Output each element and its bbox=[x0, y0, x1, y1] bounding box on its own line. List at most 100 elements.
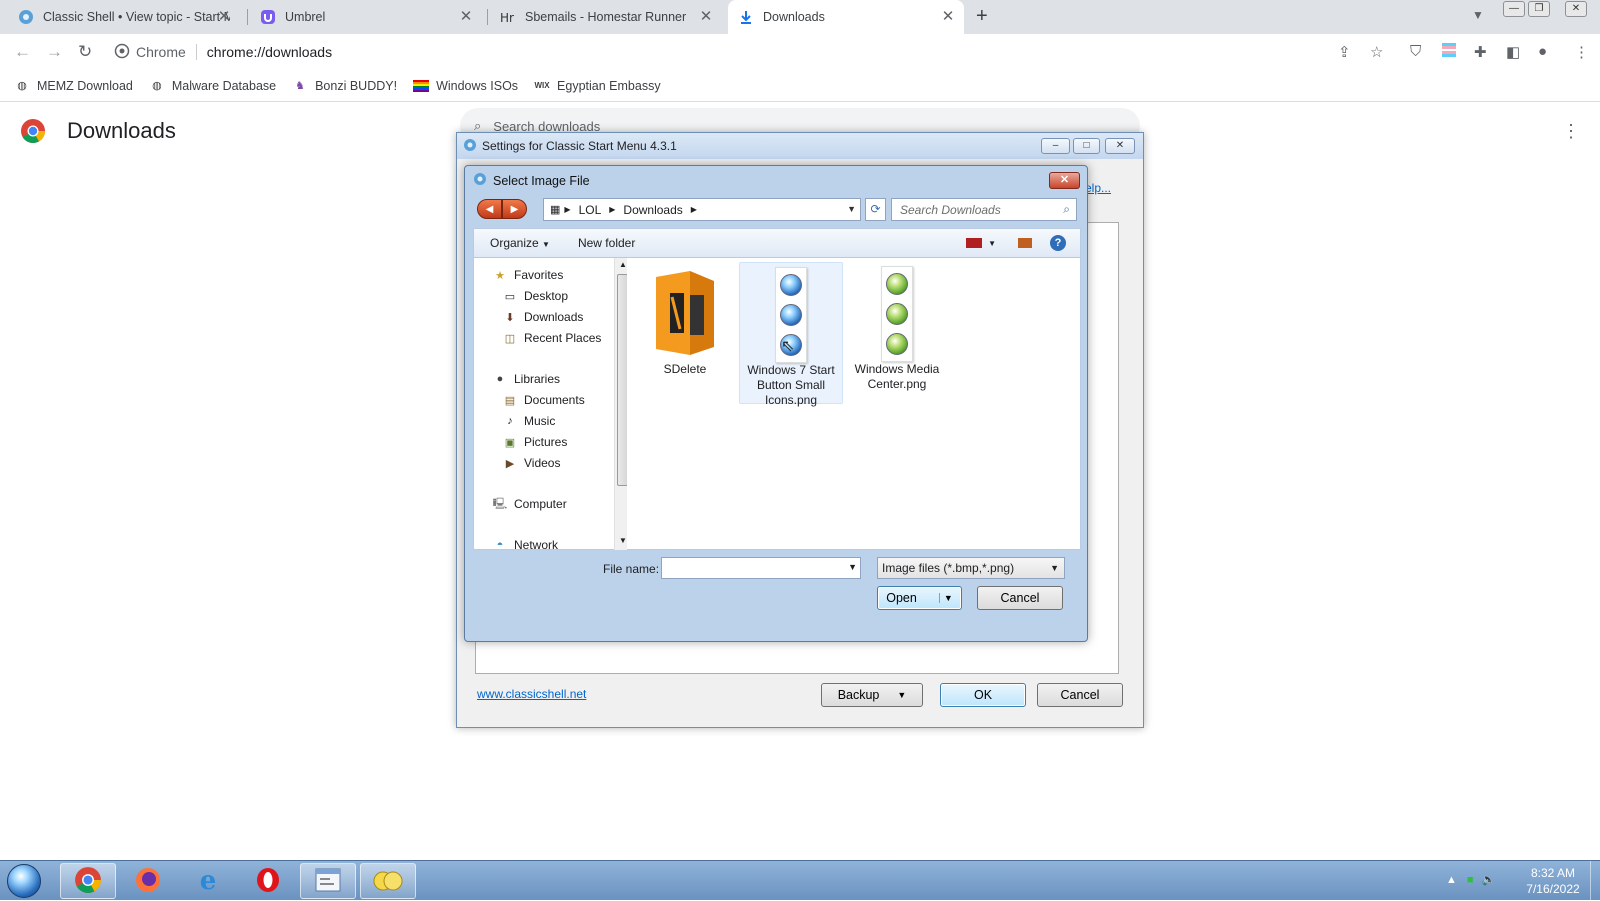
chevron-down-icon[interactable]: ▼ bbox=[847, 204, 856, 214]
close-button[interactable]: ✕ bbox=[1049, 172, 1080, 189]
taskbar-classic-shell-settings[interactable] bbox=[300, 863, 356, 899]
reload-icon[interactable]: ↻ bbox=[78, 42, 92, 62]
settings-window-icon bbox=[315, 868, 341, 895]
back-arrow-icon[interactable]: ← bbox=[14, 42, 31, 62]
classic-shell-favicon-icon bbox=[18, 9, 34, 25]
nav-documents[interactable]: ▤ Documents bbox=[502, 393, 585, 407]
url-text[interactable]: chrome://downloads bbox=[207, 44, 332, 60]
help-link[interactable]: elp... bbox=[1085, 181, 1111, 195]
file-item-win7-start-button[interactable]: Windows 7 Start Button Small Icons.png bbox=[739, 262, 843, 407]
breadcrumb-downloads[interactable]: Downloads bbox=[623, 203, 682, 217]
close-tab-icon[interactable]: ✕ bbox=[698, 9, 714, 25]
taskbar-internet-explorer[interactable]: e bbox=[180, 863, 236, 899]
ok-button[interactable]: OK bbox=[940, 683, 1026, 707]
nav-desktop[interactable]: ▭ Desktop bbox=[502, 289, 568, 303]
download-icon bbox=[738, 9, 754, 25]
tab-classic-shell[interactable]: Classic Shell • View topic - Start M ✕ bbox=[8, 0, 240, 34]
bookmark-windows-isos[interactable]: Windows ISOs bbox=[413, 78, 518, 94]
bookmark-egyptian-embassy[interactable]: WIX Egyptian Embassy bbox=[534, 78, 660, 94]
address-bar[interactable]: Chrome chrome://downloads bbox=[114, 38, 1374, 66]
taskbar-opera[interactable] bbox=[240, 863, 296, 899]
refresh-icon[interactable]: ⟳ bbox=[865, 198, 886, 221]
breadcrumb-lol[interactable]: LOL bbox=[579, 203, 602, 217]
taskbar-chrome[interactable] bbox=[60, 863, 116, 899]
nav-favorites[interactable]: ★ Favorites bbox=[492, 268, 563, 282]
file-type-select[interactable]: Image files (*.bmp,*.png) ▼ bbox=[877, 557, 1065, 579]
picker-titlebar: Select Image File bbox=[473, 172, 590, 189]
organize-menu[interactable]: Organize ▼ bbox=[490, 236, 550, 250]
search-icon: ⌕ bbox=[1063, 202, 1070, 216]
tab-strip: Classic Shell • View topic - Start M ✕ U… bbox=[0, 0, 1600, 34]
scroll-up-icon[interactable]: ▲ bbox=[619, 260, 627, 269]
split-dropdown-icon[interactable]: ▼ bbox=[938, 593, 953, 603]
cancel-button[interactable]: Cancel bbox=[1037, 683, 1123, 707]
bookmark-bonzi[interactable]: ♞ Bonzi BUDDY! bbox=[292, 78, 397, 94]
file-item-windows-media-center[interactable]: Windows Media Center.png bbox=[845, 262, 949, 392]
tab-sbemails[interactable]: Hr Sbemails - Homestar Runner ✕ bbox=[490, 0, 722, 34]
volume-icon[interactable]: 🔈 bbox=[1482, 873, 1496, 886]
bookmark-memz[interactable]: ◍ MEMZ Download bbox=[14, 78, 133, 94]
close-tab-icon[interactable]: ✕ bbox=[458, 9, 474, 25]
nav-music[interactable]: ♪ Music bbox=[502, 414, 555, 428]
nav-recent-places[interactable]: ◫ Recent Places bbox=[502, 331, 602, 345]
chevron-down-icon[interactable]: ▼ bbox=[988, 239, 996, 248]
nav-network[interactable]: ◓ Network bbox=[492, 538, 558, 552]
classicshell-website-link[interactable]: www.classicshell.net bbox=[477, 687, 586, 701]
tab-umbrel[interactable]: Umbrel ✕ bbox=[250, 0, 482, 34]
change-view-icon[interactable] bbox=[966, 238, 983, 248]
taskbar-explorer[interactable] bbox=[360, 863, 416, 899]
chevron-down-icon[interactable]: ▼ bbox=[1472, 8, 1484, 22]
preview-pane-icon[interactable] bbox=[1018, 238, 1032, 248]
show-hidden-icons-icon[interactable]: ▲ bbox=[1446, 874, 1457, 886]
network-status-icon[interactable]: ■ bbox=[1467, 874, 1474, 886]
show-desktop-button[interactable] bbox=[1590, 861, 1600, 901]
new-tab-button[interactable]: + bbox=[976, 5, 988, 28]
pictures-icon: ▣ bbox=[504, 436, 516, 449]
maximize-button[interactable]: □ bbox=[1073, 138, 1100, 154]
profile-avatar-icon[interactable]: ● bbox=[1538, 43, 1547, 60]
star-icon[interactable]: ☆ bbox=[1370, 43, 1383, 61]
search-downloads-input[interactable]: Search Downloads ⌕ bbox=[891, 198, 1077, 221]
puzzle-extensions-icon[interactable]: ✚ bbox=[1474, 43, 1487, 61]
clock[interactable]: 8:32 AM 7/16/2022 bbox=[1518, 865, 1588, 897]
view-controls: ▼ ? bbox=[966, 235, 1066, 251]
close-button[interactable]: ✕ bbox=[1105, 138, 1135, 154]
nav-computer[interactable]: 🖳 Computer bbox=[492, 497, 567, 511]
side-panel-icon[interactable]: ◧ bbox=[1506, 43, 1520, 61]
recent-places-icon: ◫ bbox=[504, 332, 516, 345]
new-folder-button[interactable]: New folder bbox=[578, 236, 635, 250]
forward-arrow-icon[interactable]: ▶ bbox=[502, 199, 527, 219]
forward-arrow-icon[interactable]: → bbox=[46, 42, 63, 62]
menu-kebab-icon[interactable]: ⋮ bbox=[1574, 43, 1589, 61]
open-button[interactable]: Open ▼ bbox=[877, 586, 962, 610]
bookmark-malware-db[interactable]: ◍ Malware Database bbox=[149, 78, 276, 94]
nav-libraries[interactable]: ● Libraries bbox=[492, 372, 560, 386]
libraries-icon: ● bbox=[496, 373, 504, 385]
more-actions-icon[interactable]: ⋮ bbox=[1562, 121, 1580, 142]
cancel-button[interactable]: Cancel bbox=[977, 586, 1063, 610]
nav-downloads[interactable]: ⬇ Downloads bbox=[502, 310, 583, 324]
nav-pictures[interactable]: ▣ Pictures bbox=[502, 435, 568, 449]
close-tab-icon[interactable]: ✕ bbox=[216, 9, 232, 25]
close-window-button[interactable]: ✕ bbox=[1565, 1, 1587, 17]
backup-button[interactable]: Backup ▼ bbox=[821, 683, 923, 707]
chevron-down-icon[interactable]: ▼ bbox=[848, 562, 857, 572]
address-breadcrumb[interactable]: ▦ ▶ LOL ▶ Downloads ▶ ▼ bbox=[543, 198, 861, 221]
tab-downloads[interactable]: Downloads ✕ bbox=[728, 0, 964, 34]
restore-button[interactable]: ❐ bbox=[1528, 1, 1550, 17]
minimize-button[interactable]: – bbox=[1041, 138, 1070, 154]
close-tab-icon[interactable]: ✕ bbox=[940, 9, 956, 25]
nav-videos[interactable]: ▶ Videos bbox=[502, 456, 561, 470]
flag-extension-icon[interactable] bbox=[1442, 43, 1456, 61]
help-icon[interactable]: ? bbox=[1050, 235, 1066, 251]
share-icon[interactable]: ⇪ bbox=[1338, 43, 1351, 61]
scroll-down-icon[interactable]: ▼ bbox=[619, 536, 627, 545]
file-name-input[interactable]: ▼ bbox=[661, 557, 861, 579]
minimize-button[interactable]: — bbox=[1503, 1, 1525, 17]
taskbar-firefox[interactable] bbox=[120, 863, 176, 899]
file-item-sdelete[interactable]: SDelete bbox=[633, 262, 737, 377]
back-arrow-icon[interactable]: ◀ bbox=[477, 199, 502, 219]
start-button[interactable] bbox=[7, 864, 41, 898]
dropdown-arrow-icon: ▼ bbox=[897, 690, 907, 700]
shield-extension-icon[interactable]: ⛉ bbox=[1410, 43, 1421, 60]
